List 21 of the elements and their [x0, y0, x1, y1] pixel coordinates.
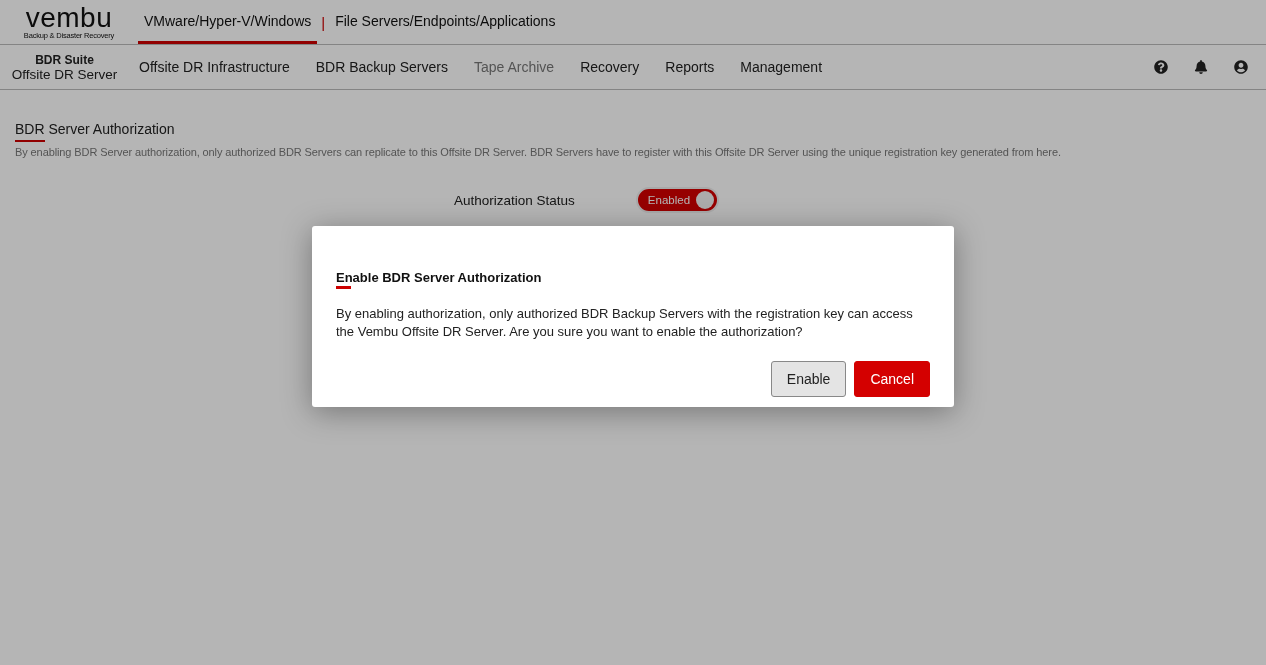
bell-icon[interactable]	[1194, 60, 1208, 74]
product-tab[interactable]: File Servers/Endpoints/Applications	[329, 0, 562, 44]
suite-title: BDR Suite	[35, 52, 94, 67]
suite-subtitle: Offsite DR Server	[11, 66, 118, 82]
logo-wordmark: vembu	[25, 4, 113, 31]
tab-separator: |	[321, 13, 326, 31]
nav-link[interactable]: BDR Backup Servers	[315, 59, 448, 75]
nav-link[interactable]: Management	[740, 59, 823, 75]
nav-link[interactable]: Recovery	[580, 59, 640, 75]
authorization-toggle[interactable]: Enabled	[635, 187, 720, 213]
user-icon[interactable]	[1234, 60, 1248, 74]
authorization-label: Authorization Status	[454, 192, 575, 208]
product-tab[interactable]: VMware/Hyper-V/Windows	[138, 0, 318, 44]
dialog-button[interactable]: Enable	[770, 361, 847, 397]
dialog-button[interactable]: Cancel	[854, 361, 930, 397]
section-title: BDR Server Authorization	[15, 121, 175, 139]
dialog-message: By enabling authorization, only authorized BDR Backup Servers with the registration key can access the Vembu Offsite DR Server. Are you sure you want to enable the authorization?	[336, 305, 914, 341]
nav-link[interactable]: Reports	[665, 59, 715, 75]
help-icon[interactable]	[1154, 60, 1168, 74]
section-description: By enabling BDR Server authorization, only authorized BDR Servers can replicate to this Offsite DR Server. BDR Servers have to register with this Offsite DR Server using the unique registration key generated from here.	[15, 146, 1062, 158]
nav-link[interactable]: Offsite DR Infrastructure	[139, 59, 290, 75]
